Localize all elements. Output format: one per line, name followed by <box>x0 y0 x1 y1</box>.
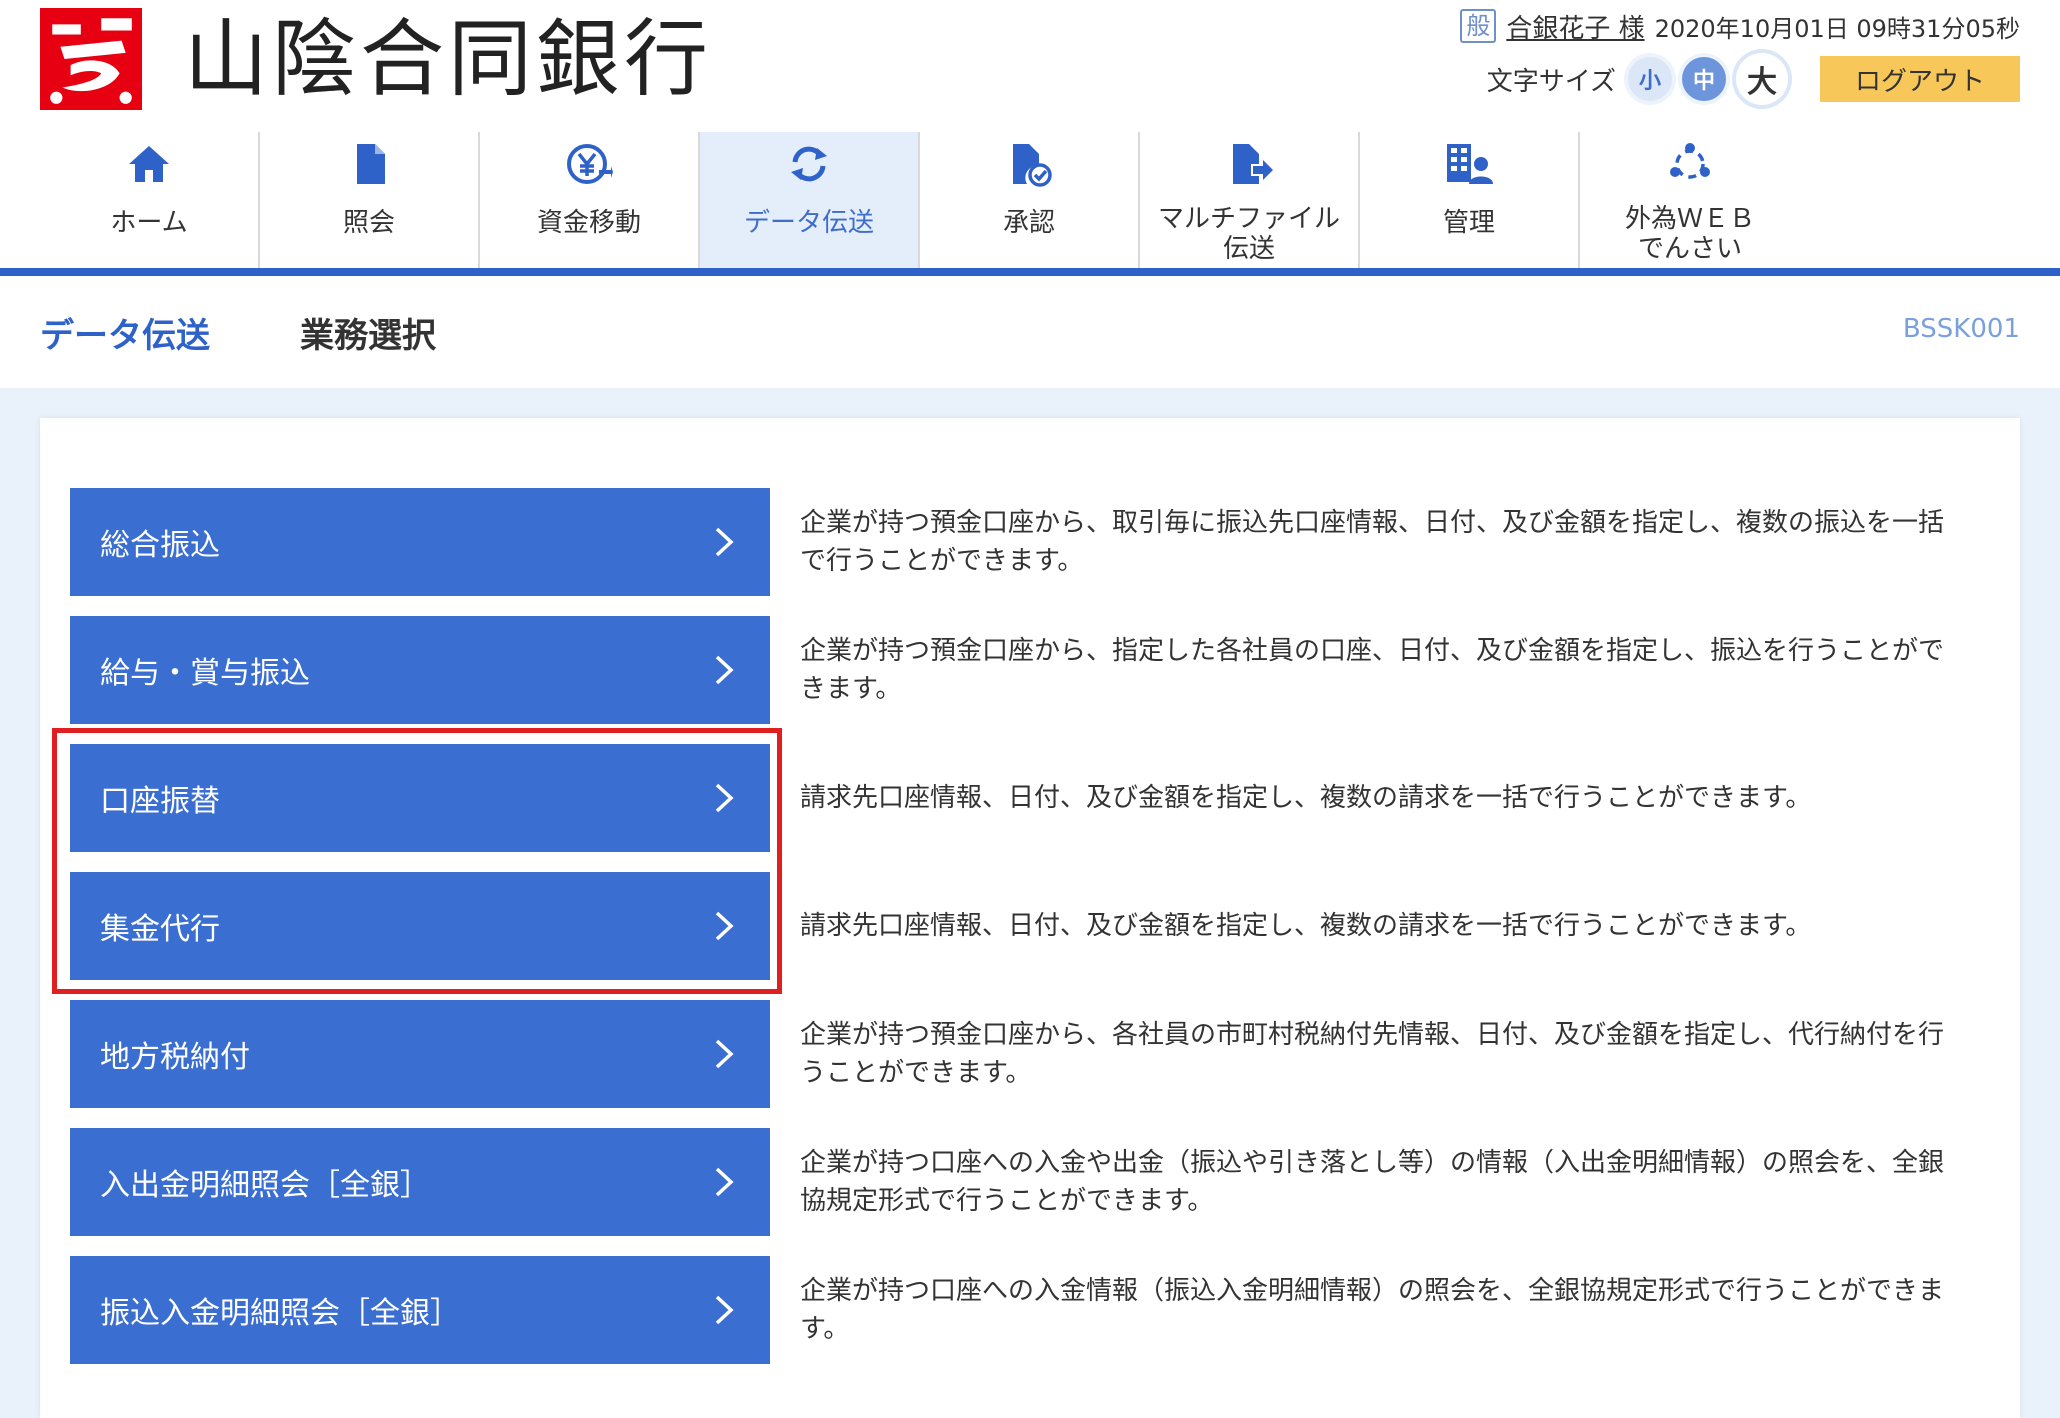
page-title: 業務選択 <box>300 316 436 356</box>
nav-multi-file[interactable]: マルチファイル 伝送 <box>1140 132 1360 268</box>
nav-label-forex-densai: 外為ＷＥＢ でんさい <box>1624 204 1755 264</box>
service-description: 企業が持つ口座への入金情報（振込入金明細情報）の照会を、全銀協規定形式で行うこと… <box>800 1276 1945 1344</box>
service-description: 企業が持つ預金口座から、指定した各社員の口座、日付、及び金額を指定し、振込を行う… <box>800 636 1945 704</box>
service-button-kyuyo-shoyo-furikomi[interactable]: 給与・賞与振込 <box>70 616 770 724</box>
nav-inquiry[interactable]: 照会 <box>260 132 480 268</box>
logout-button[interactable]: ログアウト <box>1820 56 2020 102</box>
chevron-right-icon <box>715 1167 734 1197</box>
service-button-koza-furikae[interactable]: 口座振替 <box>70 744 770 852</box>
font-size-medium-button[interactable]: 中 <box>1682 57 1726 101</box>
nav-label-home: ホーム <box>110 208 188 238</box>
nav-label-inquiry: 照会 <box>342 208 395 238</box>
bank-name: 山陰合同銀行 <box>184 10 713 108</box>
service-description: 請求先口座情報、日付、及び金額を指定し、複数の請求を一括で行うことができます。 <box>800 783 1812 813</box>
user-info: 般 合銀花子 様 2020年10月01日 09時31分05秒 <box>1460 8 2020 44</box>
nav-label-fund-transfer: 資金移動 <box>536 208 641 238</box>
chevron-right-icon <box>715 783 734 813</box>
font-size-controls: 文字サイズ 小 中 大 ログアウト <box>1487 52 2020 106</box>
service-row: 入出金明細照会［全銀］ 企業が持つ口座への入金や出金（振込や引き落とし等）の情報… <box>70 1128 1990 1236</box>
service-button-furikomi-nyukin-meisai[interactable]: 振込入金明細照会［全銀］ <box>70 1256 770 1364</box>
service-label: 口座振替 <box>100 784 220 819</box>
service-description: 企業が持つ口座への入金や出金（振込や引き落とし等）の情報（入出金明細情報）の照会… <box>800 1148 1945 1216</box>
nav-fund-transfer[interactable]: 資金移動 <box>480 132 700 268</box>
sync-icon <box>791 146 827 182</box>
bank-logo <box>40 8 142 110</box>
service-button-shukin-daiko[interactable]: 集金代行 <box>70 872 770 980</box>
service-row: 給与・賞与振込 企業が持つ預金口座から、指定した各社員の口座、日付、及び金額を指… <box>70 616 1990 724</box>
login-datetime: 2020年10月01日 09時31分05秒 <box>1654 14 2020 43</box>
service-panel: 総合振込 企業が持つ預金口座から、取引毎に振込先口座情報、日付、及び金額を指定し… <box>40 418 2020 1418</box>
admin-icon <box>1447 144 1493 184</box>
chevron-right-icon <box>715 527 734 557</box>
chevron-right-icon <box>715 911 734 941</box>
section-title: データ伝送 <box>40 316 210 356</box>
service-label: 地方税納付 <box>100 1040 250 1075</box>
service-row: 振込入金明細照会［全銀］ 企業が持つ口座への入金情報（振込入金明細情報）の照会を… <box>70 1256 1990 1364</box>
nav-data-transmission[interactable]: データ伝送 <box>700 132 920 268</box>
service-button-chihozei-nofu[interactable]: 地方税納付 <box>70 1000 770 1108</box>
nav-underline <box>0 268 2060 276</box>
approve-document-icon <box>1013 144 1052 187</box>
service-label: 総合振込 <box>100 528 220 563</box>
user-name-link[interactable]: 合銀花子 様 <box>1506 8 1644 45</box>
nav-admin[interactable]: 管理 <box>1360 132 1580 268</box>
service-button-sogo-furikomi[interactable]: 総合振込 <box>70 488 770 596</box>
nav-approval[interactable]: 承認 <box>920 132 1140 268</box>
font-size-large-button[interactable]: 大 <box>1736 53 1788 105</box>
title-bar: データ伝送 業務選択 BSSK001 <box>0 276 2060 388</box>
service-row: 地方税納付 企業が持つ預金口座から、各社員の市町村税納付先情報、日付、及び金額を… <box>70 1000 1990 1108</box>
home-icon <box>129 146 169 182</box>
nav-label-multi-file: マルチファイル 伝送 <box>1157 204 1340 264</box>
file-send-icon <box>1233 144 1273 184</box>
network-icon <box>1670 143 1710 179</box>
header: 山陰合同銀行 般 合銀花子 様 2020年10月01日 09時31分05秒 文字… <box>0 0 2060 268</box>
service-button-nyushukkin-meisai[interactable]: 入出金明細照会［全銀］ <box>70 1128 770 1236</box>
service-row: 口座振替 請求先口座情報、日付、及び金額を指定し、複数の請求を一括で行うことがで… <box>70 744 1990 852</box>
nav-label-admin: 管理 <box>1442 208 1495 238</box>
service-label: 給与・賞与振込 <box>100 656 310 691</box>
service-description: 企業が持つ預金口座から、取引毎に振込先口座情報、日付、及び金額を指定し、複数の振… <box>800 508 1945 576</box>
global-nav: ホーム 照会 資金移動 データ伝送 承認 マルチファイル 伝送 管理 外為ＷＥＢ… <box>40 132 1880 268</box>
nav-forex-densai[interactable]: 外為ＷＥＢ でんさい <box>1580 132 1800 268</box>
service-row: 総合振込 企業が持つ預金口座から、取引毎に振込先口座情報、日付、及び金額を指定し… <box>70 488 1990 596</box>
chevron-right-icon <box>715 1039 734 1069</box>
nav-home[interactable]: ホーム <box>40 132 260 268</box>
yen-transfer-icon <box>567 144 613 184</box>
screen-id: BSSK001 <box>1902 314 2020 344</box>
chevron-right-icon <box>715 1295 734 1325</box>
service-description: 請求先口座情報、日付、及び金額を指定し、複数の請求を一括で行うことができます。 <box>800 911 1812 941</box>
font-size-label: 文字サイズ <box>1486 66 1616 97</box>
service-description: 企業が持つ預金口座から、各社員の市町村税納付先情報、日付、及び金額を指定し、代行… <box>800 1020 1945 1088</box>
document-icon <box>357 144 385 184</box>
nav-label-data-transmission: データ伝送 <box>743 208 874 238</box>
service-label: 入出金明細照会［全銀］ <box>100 1168 430 1203</box>
font-size-small-button[interactable]: 小 <box>1628 57 1672 101</box>
user-type-badge: 般 <box>1460 9 1497 43</box>
chevron-right-icon <box>715 655 734 685</box>
nav-label-approval: 承認 <box>1002 208 1055 238</box>
service-label: 振込入金明細照会［全銀］ <box>100 1296 460 1331</box>
service-row: 集金代行 請求先口座情報、日付、及び金額を指定し、複数の請求を一括で行うことがで… <box>70 872 1990 980</box>
service-label: 集金代行 <box>100 912 220 947</box>
